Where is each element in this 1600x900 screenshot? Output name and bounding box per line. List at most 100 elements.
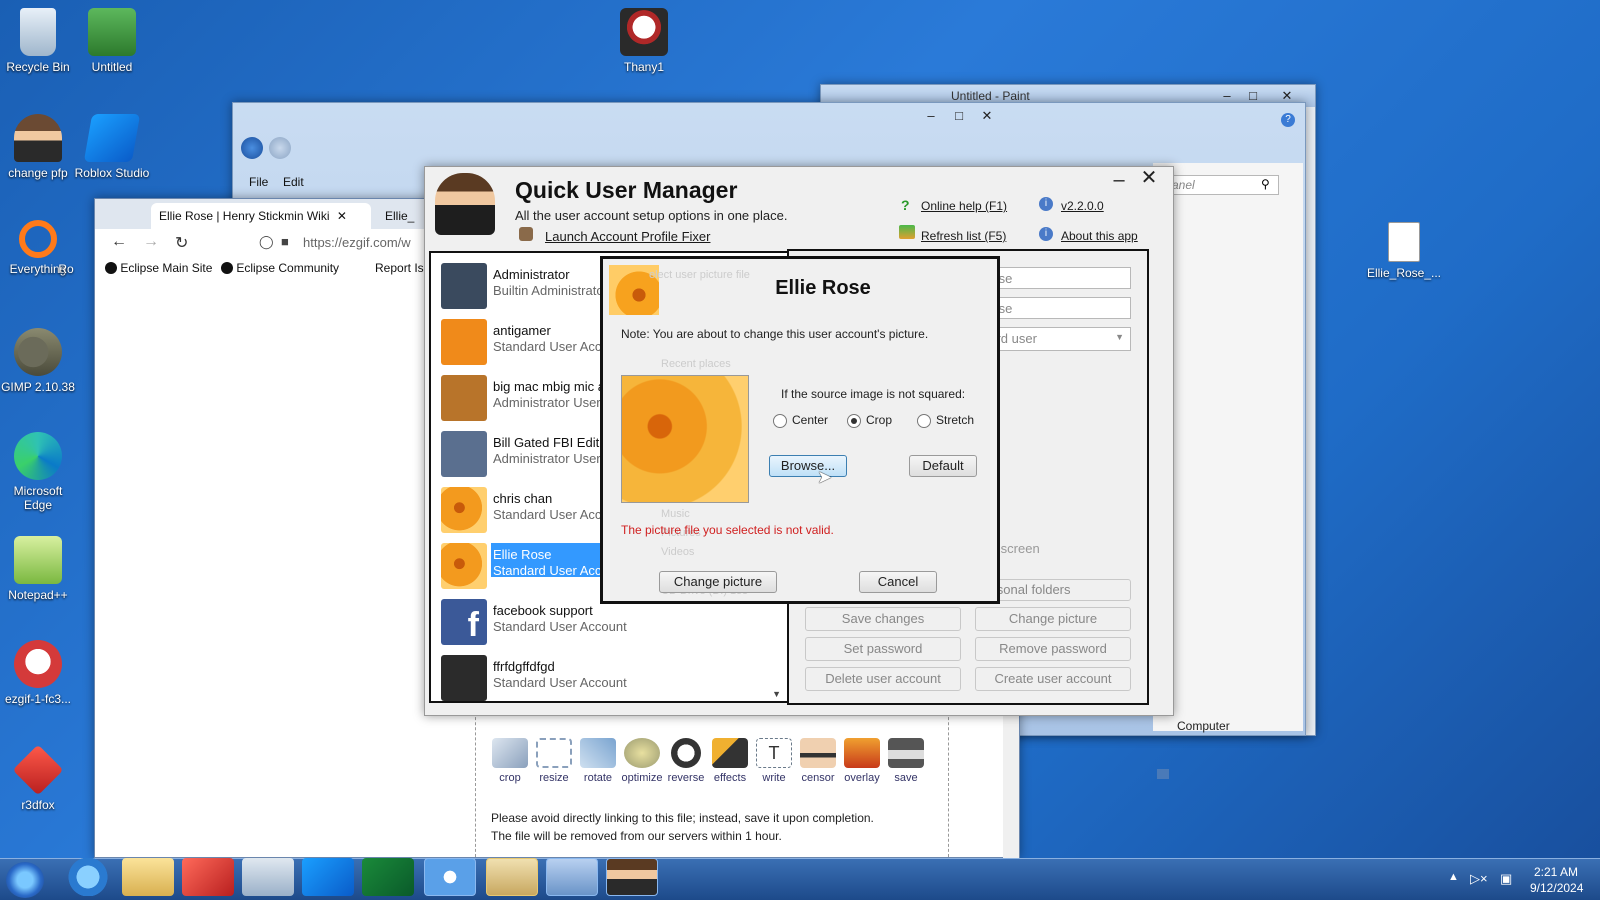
tool-reverse[interactable]: reverse <box>664 738 708 784</box>
lock-icon[interactable]: ■ <box>281 234 289 249</box>
clock-time[interactable]: 2:21 AM <box>1534 865 1578 879</box>
version-link[interactable]: v2.2.0.0 <box>1061 199 1104 213</box>
tool-optimize[interactable]: optimize <box>620 738 664 784</box>
minimize-icon[interactable]: – <box>1107 170 1131 190</box>
tool-censor[interactable]: censor <box>796 738 840 784</box>
bookmark-eclipse-main[interactable]: Eclipse Main Site <box>105 261 212 275</box>
bookmark-eclipse-community[interactable]: Eclipse Community <box>221 261 339 275</box>
tool-effects[interactable]: effects <box>708 738 752 784</box>
desktop-icon-gimp[interactable]: GIMP 2.10.38 <box>0 328 76 394</box>
default-button[interactable]: Default <box>909 455 977 477</box>
bookmark-report[interactable]: Report Iss <box>375 261 430 275</box>
forward-button[interactable] <box>269 137 291 159</box>
tab-ellie-file[interactable]: Ellie_ <box>377 203 427 229</box>
reload-icon[interactable]: ↻ <box>175 233 188 253</box>
square-source-label: If the source image is not squared: <box>781 387 966 401</box>
tool-overlay[interactable]: overlay <box>840 738 884 784</box>
taskbar-r3dfox-icon[interactable] <box>182 858 234 896</box>
save-changes-button[interactable]: Save changes <box>805 607 961 631</box>
change-picture-dialog[interactable]: elect user picture file Ellie Rose Note:… <box>600 256 1000 604</box>
desktop-icon-roblox-studio[interactable]: Roblox Studio <box>74 114 150 180</box>
volume-muted-icon[interactable]: ▷× <box>1470 871 1488 887</box>
menu-edit[interactable]: Edit <box>283 175 304 189</box>
about-app-link[interactable]: About this app <box>1061 229 1138 243</box>
help-icon[interactable]: ? <box>1281 113 1295 127</box>
close-icon[interactable]: ✕ <box>975 107 999 125</box>
taskbar-publisher-icon[interactable] <box>362 858 414 896</box>
online-help-link[interactable]: Online help (F1) <box>921 199 1007 213</box>
change-picture-button[interactable]: Change picture <box>975 607 1131 631</box>
clock-date[interactable]: 9/12/2024 <box>1530 881 1583 895</box>
back-arrow-icon[interactable]: ← <box>111 233 127 251</box>
gimp-icon <box>14 328 62 376</box>
change-picture-confirm-button[interactable]: Change picture <box>659 571 777 593</box>
desktop-icon-thany1[interactable]: Thany1 <box>606 8 682 74</box>
start-button[interactable] <box>6 862 44 898</box>
button-label: Remove password <box>999 641 1107 656</box>
desktop-icon-edge[interactable]: Microsoft Edge <box>0 432 76 512</box>
censor-icon <box>800 738 836 768</box>
desktop-icon-recycle-bin[interactable]: Recycle Bin <box>0 8 76 74</box>
tool-save[interactable]: save <box>884 738 928 784</box>
url-bar[interactable]: https://ezgif.com/w <box>303 235 411 250</box>
scroll-down-icon[interactable]: ▼ <box>772 689 781 699</box>
taskbar-explorer-icon[interactable] <box>122 858 174 896</box>
close-icon[interactable]: ✕ <box>1137 168 1161 188</box>
taskbar-brightness-app-icon[interactable] <box>424 858 476 896</box>
user-item-chris-chan[interactable]: chris chan Standard User Acc <box>437 483 601 538</box>
chevron-down-icon: ▼ <box>1115 332 1124 342</box>
user-role: Standard User Acc <box>493 339 602 354</box>
launch-fixer-link[interactable]: Launch Account Profile Fixer <box>545 229 710 244</box>
taskbar-ie-icon[interactable] <box>62 858 114 896</box>
maximize-icon[interactable]: □ <box>947 107 971 125</box>
user-item-ffrfdgffdfgd[interactable]: ffrfdgffdfgd Standard User Account <box>437 651 627 701</box>
delete-user-account-button[interactable]: Delete user account <box>805 667 961 691</box>
user-item-big-mac[interactable]: big mac mbig mic a Administrator User <box>437 371 605 426</box>
tool-label: write <box>762 772 786 784</box>
desktop-icon-change-pfp[interactable]: change pfp <box>0 114 76 180</box>
desktop-icon-ro[interactable]: Ro <box>48 262 84 276</box>
user-item-facebook-support[interactable]: f facebook support Standard User Account <box>437 595 627 650</box>
show-hidden-icons[interactable]: ▲ <box>1448 871 1459 883</box>
close-tab-icon[interactable]: ✕ <box>337 209 347 223</box>
cancel-button[interactable]: Cancel <box>859 571 937 593</box>
taskbar-user-manager-icon[interactable] <box>606 858 658 896</box>
user-item-antigamer[interactable]: antigamer Standard User Acc <box>437 315 601 370</box>
taskbar-notepad-icon[interactable] <box>242 858 294 896</box>
tab-ellie-rose-wiki[interactable]: Ellie Rose | Henry Stickmin Wiki ✕ <box>151 203 371 229</box>
desktop-icon-label: ezgif-1-fc3... <box>4 692 72 706</box>
forward-arrow-icon[interactable]: → <box>143 233 159 251</box>
minimize-icon[interactable]: – <box>919 107 943 125</box>
desktop-icon-ellie-rose-file[interactable]: Ellie_Rose_... <box>1366 222 1442 280</box>
back-button[interactable] <box>241 137 263 159</box>
tool-write[interactable]: Twrite <box>752 738 796 784</box>
user-item-administrator[interactable]: Administrator Builtin Administrato <box>437 259 604 314</box>
browse-button[interactable]: Browse... <box>769 455 847 477</box>
taskbar-control-panel-icon[interactable] <box>546 858 598 896</box>
floppy-disk-icon <box>888 738 924 768</box>
tool-resize[interactable]: resize <box>532 738 576 784</box>
tool-rotate[interactable]: rotate <box>576 738 620 784</box>
user-role: Administrator User <box>493 395 601 410</box>
tool-crop[interactable]: crop <box>488 738 532 784</box>
shield-icon[interactable]: ◯ <box>259 234 274 250</box>
desktop-icon-ezgif[interactable]: ezgif-1-fc3... <box>0 640 76 706</box>
set-password-button[interactable]: Set password <box>805 637 961 661</box>
desktop-icon-untitled[interactable]: Untitled <box>74 8 150 74</box>
taskbar-roblox-studio-icon[interactable] <box>302 858 354 896</box>
search-icon[interactable]: ⚲ <box>1261 177 1270 191</box>
create-user-account-button[interactable]: Create user account <box>975 667 1131 691</box>
remove-password-button[interactable]: Remove password <box>975 637 1131 661</box>
desktop-icon-notepadpp[interactable]: Notepad++ <box>0 536 76 602</box>
paint-title: Untitled - Paint <box>951 89 1030 103</box>
menu-file[interactable]: File <box>249 175 268 189</box>
user-item-bill-gated[interactable]: Bill Gated FBI Edit Administrator User <box>437 427 601 482</box>
rotate-icon <box>580 738 616 768</box>
network-icon[interactable]: ▣ <box>1500 871 1512 887</box>
refresh-list-link[interactable]: Refresh list (F5) <box>921 229 1006 243</box>
user-item-ellie-rose[interactable]: Ellie Rose Standard User Acc <box>437 539 607 594</box>
desktop-icon-label: Microsoft Edge <box>13 484 63 512</box>
desktop-icon-r3dfox[interactable]: r3dfox <box>0 744 76 812</box>
taskbar-paint-icon[interactable] <box>486 858 538 896</box>
user-name: facebook support <box>493 603 593 618</box>
